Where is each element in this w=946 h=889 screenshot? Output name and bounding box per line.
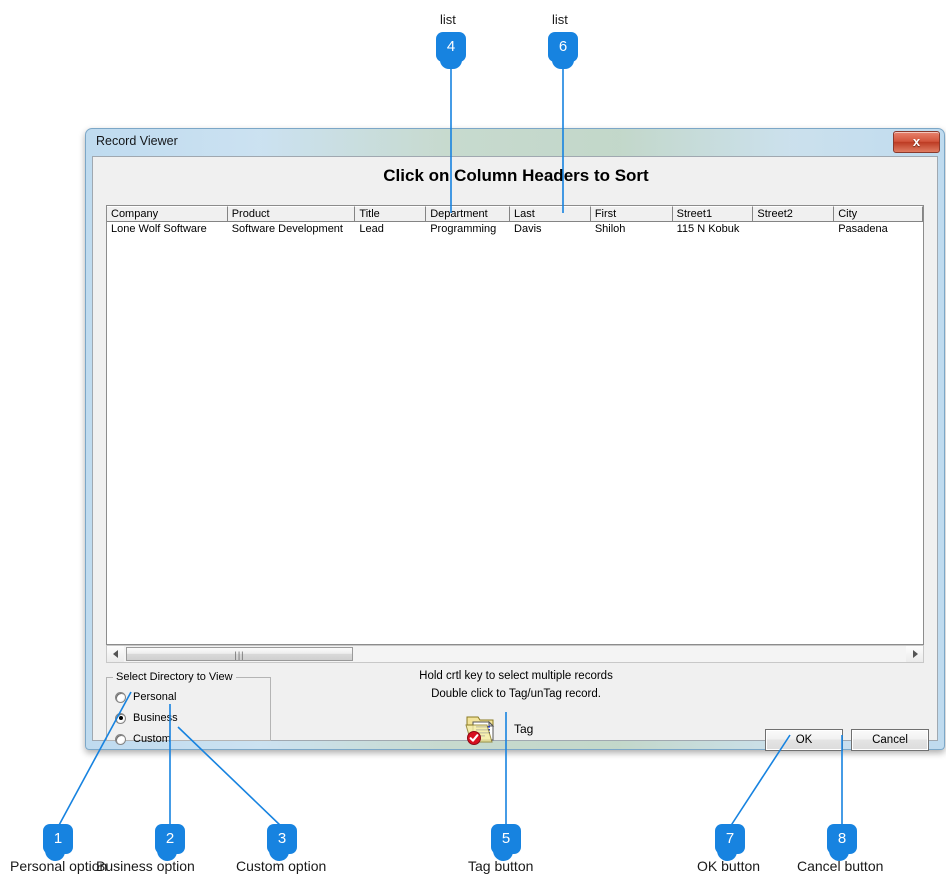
record-list[interactable]: Company Product Title Department Last First St… — [106, 205, 924, 645]
select-directory-groupbox: Select Directory to View Personal Busine… — [106, 671, 271, 745]
tag-folder-check-icon — [465, 713, 501, 745]
radio-option-business[interactable]: Business — [115, 711, 178, 725]
callout-label-6: list — [552, 12, 568, 27]
column-header-department[interactable]: Department — [426, 206, 511, 222]
ok-button[interactable]: OK — [765, 729, 843, 751]
column-header-first[interactable]: First — [590, 206, 673, 222]
callout-badge-3: 3 — [267, 824, 297, 861]
callout-label-1: Personal option — [10, 858, 108, 874]
callout-label-7: OK button — [697, 858, 761, 874]
dialog-client-area: Click on Column Headers to Sort Company P… — [92, 156, 938, 751]
callout-label-3: Custom option — [236, 858, 327, 874]
cell-company: Lone Wolf Software — [111, 223, 207, 235]
column-header-row: Company Product Title Department Last First St… — [107, 206, 923, 222]
cell-street2 — [753, 222, 834, 237]
callout-badge-8: 8 — [827, 824, 857, 861]
horizontal-scrollbar[interactable]: ||| — [106, 645, 924, 663]
scroll-right-button[interactable] — [906, 646, 923, 662]
arrow-right-icon — [912, 650, 918, 658]
column-header-city[interactable]: City — [834, 206, 923, 222]
callout-label-2: Business option — [96, 858, 195, 874]
cell-first: Shiloh — [594, 223, 626, 235]
callout-badge-2: 2 — [155, 824, 185, 861]
scrollbar-track[interactable]: ||| — [124, 646, 906, 662]
column-header-last[interactable]: Last — [510, 206, 591, 222]
radio-indicator-business[interactable] — [115, 712, 126, 724]
record-viewer-window: Record Viewer x Click on Column Headers … — [85, 128, 945, 751]
cell-department: Programming — [430, 223, 497, 235]
callout-badge-4: 4 — [436, 32, 466, 69]
column-header-street2[interactable]: Street2 — [753, 206, 835, 222]
radio-indicator-custom[interactable] — [115, 733, 126, 745]
callout-label-5: Tag button — [468, 858, 534, 874]
callout-badge-5: 5 — [491, 824, 521, 861]
table-row[interactable]: Lone Wolf Software Software Development Le… — [107, 222, 923, 237]
scrollbar-grip-icon: ||| — [234, 650, 245, 660]
column-header-title[interactable]: Title — [355, 206, 427, 222]
tag-button[interactable]: Tag — [465, 713, 533, 745]
close-button[interactable]: x — [893, 131, 940, 153]
record-rows: Lone Wolf Software Software Development Le… — [107, 222, 923, 237]
scrollbar-thumb[interactable]: ||| — [126, 647, 353, 661]
window-title: Record Viewer — [96, 134, 178, 148]
hint-ctrl-multiselect: Hold crtl key to select multiple records — [419, 670, 613, 682]
callout-badge-1: 1 — [43, 824, 73, 861]
cancel-button[interactable]: Cancel — [851, 729, 929, 751]
column-header-company[interactable]: Company — [107, 206, 228, 222]
cell-product: Software Development — [231, 223, 343, 235]
column-header-street1[interactable]: Street1 — [672, 206, 754, 222]
hint-double-click-tag: Double click to Tag/unTag record. — [431, 688, 601, 700]
radio-label-business: Business — [133, 712, 178, 724]
callout-label-8: Cancel button — [797, 858, 884, 874]
tag-button-label: Tag — [514, 722, 534, 736]
close-icon: x — [912, 134, 921, 149]
cell-city: Pasadena — [838, 223, 888, 235]
callout-badge-7: 7 — [715, 824, 745, 861]
radio-option-custom[interactable]: Custom — [115, 732, 171, 746]
cell-last: Davis — [514, 223, 542, 235]
column-header-product[interactable]: Product — [227, 206, 356, 222]
radio-label-custom: Custom — [133, 733, 171, 745]
arrow-left-icon — [112, 650, 118, 658]
callout-label-4: list — [440, 12, 456, 27]
page-title: Click on Column Headers to Sort — [383, 166, 649, 185]
cell-street1: 115 N Kobuk — [676, 223, 740, 235]
scroll-left-button[interactable] — [107, 646, 124, 662]
cell-title: Lead — [359, 223, 384, 235]
callout-badge-6: 6 — [548, 32, 578, 69]
title-bar[interactable]: Record Viewer x — [85, 128, 945, 156]
